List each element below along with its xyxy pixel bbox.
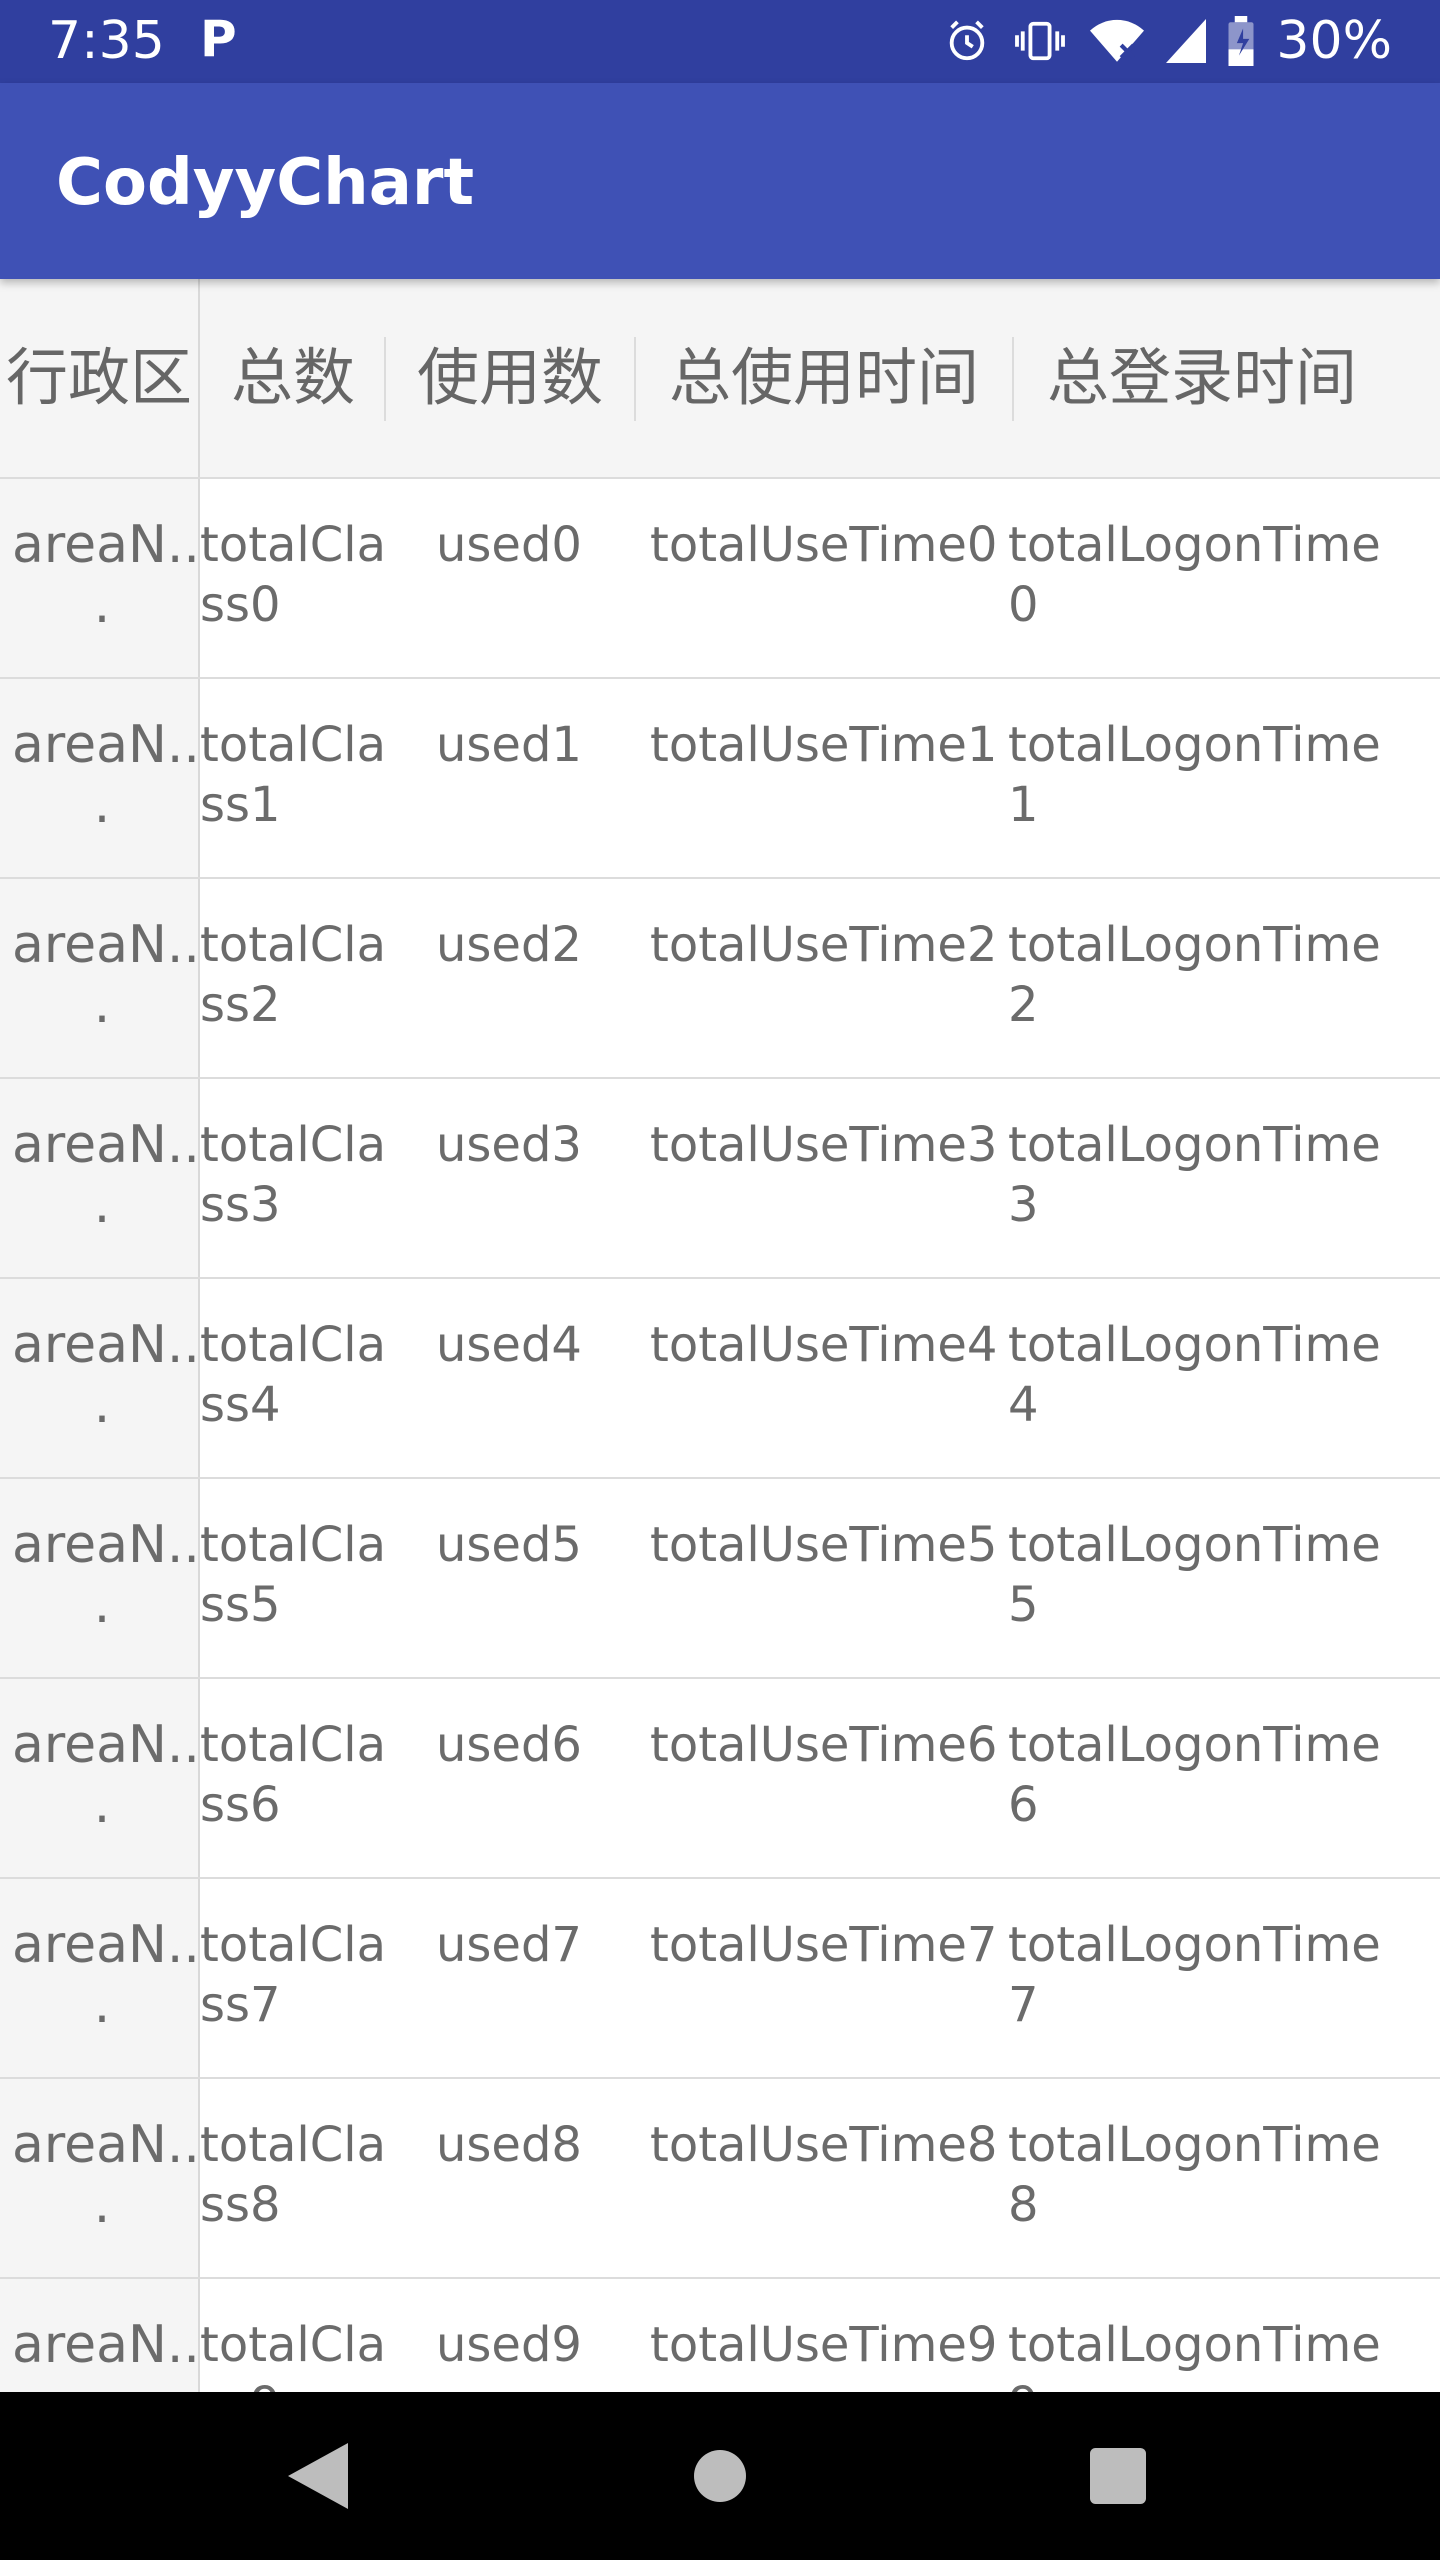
header-used: 使用数	[416, 341, 603, 414]
table-row[interactable]: areaN.. . totalCla ss3 used3 totalUseTim…	[0, 1079, 1440, 1279]
header-logon-time: 总登录时间	[1046, 341, 1357, 414]
status-icons: 30%	[944, 10, 1392, 72]
cell-use-time: totalUseTime8	[650, 2117, 998, 2173]
cell-logon-time: totalLogonTime 4	[1008, 1317, 1381, 1433]
cell-total: totalCla ss5	[200, 1517, 387, 1633]
cell-area: areaN.. .	[12, 515, 200, 635]
cell-used: used5	[436, 1517, 582, 1573]
cell-use-time: totalUseTime7	[650, 1917, 998, 1973]
app-bar: CodyyChart	[0, 83, 1440, 279]
wifi-icon	[1090, 18, 1145, 64]
cell-logon-time: totalLogonTime 1	[1008, 717, 1381, 833]
cell-use-time: totalUseTime5	[650, 1517, 998, 1573]
cell-logon-time: totalLogonTime 6	[1008, 1717, 1381, 1833]
cell-area: areaN.. .	[12, 715, 200, 835]
cell-used: used1	[436, 717, 582, 773]
vibrate-icon	[1012, 18, 1068, 64]
table-row[interactable]: areaN.. . totalCla ss9 used9 totalUseTim…	[0, 2279, 1440, 2392]
cell-total: totalCla ss7	[200, 1917, 387, 2033]
cell-used: used4	[436, 1317, 582, 1373]
cell-logon-time: totalLogonTime 2	[1008, 917, 1381, 1033]
cell-logon-time: totalLogonTime 7	[1008, 1917, 1381, 2033]
cell-area: areaN.. .	[12, 1715, 200, 1835]
status-time: 7:35	[48, 11, 165, 71]
header-area: 行政区	[0, 279, 200, 477]
app-title: CodyyChart	[56, 146, 475, 220]
battery-icon	[1228, 16, 1254, 66]
cell-used: used6	[436, 1717, 582, 1773]
cell-total: totalCla ss6	[200, 1717, 387, 1833]
cell-total: totalCla ss9	[200, 2317, 387, 2392]
cell-area: areaN.. .	[12, 1315, 200, 1435]
cell-used: used0	[436, 517, 582, 573]
table-row[interactable]: areaN.. . totalCla ss6 used6 totalUseTim…	[0, 1679, 1440, 1879]
navigation-bar	[0, 2392, 1440, 2560]
table-row[interactable]: areaN.. . totalCla ss7 used7 totalUseTim…	[0, 1879, 1440, 2079]
cell-area: areaN.. .	[12, 1515, 200, 1635]
cell-use-time: totalUseTime2	[650, 917, 998, 973]
cell-used: used8	[436, 2117, 582, 2173]
cell-use-time: totalUseTime4	[650, 1317, 998, 1373]
cell-use-time: totalUseTime9	[650, 2317, 998, 2373]
cell-total: totalCla ss0	[200, 517, 387, 633]
header-total: 总数	[230, 341, 355, 414]
cell-logon-time: totalLogonTime 8	[1008, 2117, 1381, 2233]
cell-used: used2	[436, 917, 582, 973]
cell-logon-time: totalLogonTime 9	[1008, 2317, 1381, 2392]
back-icon[interactable]	[278, 2436, 358, 2516]
recents-icon[interactable]	[1078, 2436, 1158, 2516]
cell-logon-time: totalLogonTime 0	[1008, 517, 1381, 633]
cell-total: totalCla ss4	[200, 1317, 387, 1433]
cell-total: totalCla ss2	[200, 917, 387, 1033]
data-table[interactable]: 行政区 总数 使用数 总使用时间 总登录时间 areaN.. . totalCl…	[0, 279, 1440, 2392]
cell-area: areaN.. .	[12, 2115, 200, 2235]
cell-total: totalCla ss3	[200, 1117, 387, 1233]
cell-total: totalCla ss1	[200, 717, 387, 833]
cell-logon-time: totalLogonTime 5	[1008, 1517, 1381, 1633]
cell-area: areaN.. .	[12, 1115, 200, 1235]
cell-use-time: totalUseTime6	[650, 1717, 998, 1773]
cell-area: areaN.. .	[12, 915, 200, 1035]
cell-use-time: totalUseTime1	[650, 717, 998, 773]
table-row[interactable]: areaN.. . totalCla ss1 used1 totalUseTim…	[0, 679, 1440, 879]
table-row[interactable]: areaN.. . totalCla ss2 used2 totalUseTim…	[0, 879, 1440, 1079]
cell-used: used3	[436, 1117, 582, 1173]
signal-icon	[1166, 18, 1207, 64]
table-header-row: 行政区 总数 使用数 总使用时间 总登录时间	[0, 279, 1440, 479]
alarm-icon	[944, 18, 990, 64]
table-row[interactable]: areaN.. . totalCla ss0 used0 totalUseTim…	[0, 479, 1440, 679]
cell-area: areaN.. .	[12, 1915, 200, 2035]
cell-use-time: totalUseTime3	[650, 1117, 998, 1173]
cell-used: used7	[436, 1917, 582, 1973]
cell-logon-time: totalLogonTime 3	[1008, 1117, 1381, 1233]
battery-percent: 30%	[1276, 11, 1392, 71]
status-bar: 7:35 P 30%	[0, 0, 1440, 83]
header-use-time: 总使用时间	[668, 341, 979, 414]
cell-total: totalCla ss8	[200, 2117, 387, 2233]
cell-area: areaN.. .	[12, 2315, 200, 2392]
cell-used: used9	[436, 2317, 582, 2373]
notification-icon: P	[200, 10, 237, 68]
table-row[interactable]: areaN.. . totalCla ss4 used4 totalUseTim…	[0, 1279, 1440, 1479]
table-row[interactable]: areaN.. . totalCla ss8 used8 totalUseTim…	[0, 2079, 1440, 2279]
home-icon[interactable]	[680, 2436, 760, 2516]
cell-use-time: totalUseTime0	[650, 517, 998, 573]
table-row[interactable]: areaN.. . totalCla ss5 used5 totalUseTim…	[0, 1479, 1440, 1679]
